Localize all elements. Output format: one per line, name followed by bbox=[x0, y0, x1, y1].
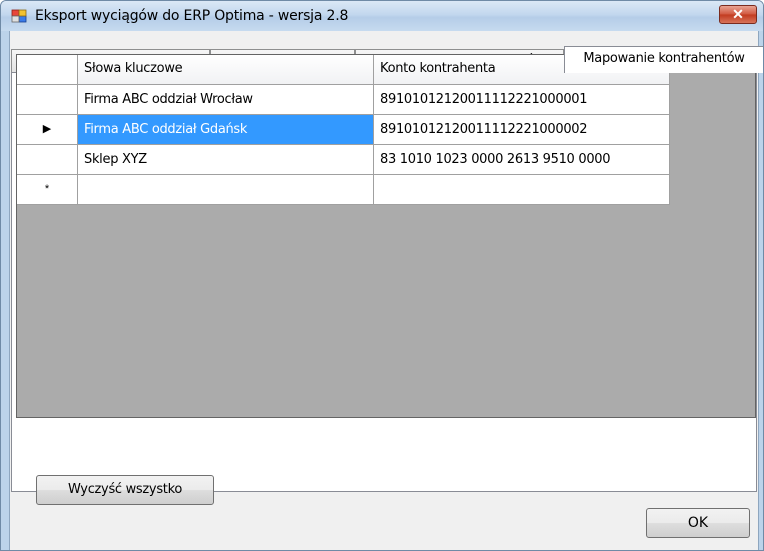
close-icon: ✕ bbox=[732, 6, 744, 22]
current-row-arrow-icon[interactable]: ▶ bbox=[17, 115, 78, 145]
account-cell[interactable]: 89101012120011112221000001 bbox=[374, 85, 670, 115]
keywords-cell[interactable]: Firma ABC oddział Wrocław bbox=[78, 85, 374, 115]
mapping-grid[interactable]: Słowa kluczowe Konto kontrahenta Firma A… bbox=[16, 54, 756, 418]
close-button[interactable]: ✕ bbox=[719, 5, 757, 24]
app-window-icon bbox=[11, 9, 27, 23]
grid-corner-cell[interactable] bbox=[17, 55, 78, 85]
account-cell[interactable]: 89101012120011112221000002 bbox=[374, 115, 670, 145]
tab-contractor-mapping[interactable]: Mapowanie kontrahentów bbox=[564, 46, 763, 73]
row-header[interactable] bbox=[17, 145, 78, 175]
window-title: Eksport wyciągów do ERP Optima - wersja … bbox=[35, 8, 349, 24]
account-cell[interactable] bbox=[374, 175, 670, 205]
new-row-asterisk-icon[interactable]: * bbox=[17, 175, 78, 205]
keywords-cell[interactable] bbox=[78, 175, 374, 205]
clear-all-button[interactable]: Wyczyść wszystko bbox=[36, 475, 214, 505]
keywords-cell[interactable]: Sklep XYZ bbox=[78, 145, 374, 175]
ok-button[interactable]: OK bbox=[646, 508, 750, 538]
keywords-cell[interactable]: Firma ABC oddział Gdańsk bbox=[78, 115, 374, 145]
column-header-keywords[interactable]: Słowa kluczowe bbox=[78, 55, 374, 85]
account-cell[interactable]: 83 1010 1023 0000 2613 9510 0000 bbox=[374, 145, 670, 175]
app-window: Eksport wyciągów do ERP Optima - wersja … bbox=[0, 0, 764, 551]
row-header[interactable] bbox=[17, 85, 78, 115]
title-bar[interactable]: Eksport wyciągów do ERP Optima - wersja … bbox=[1, 1, 763, 31]
